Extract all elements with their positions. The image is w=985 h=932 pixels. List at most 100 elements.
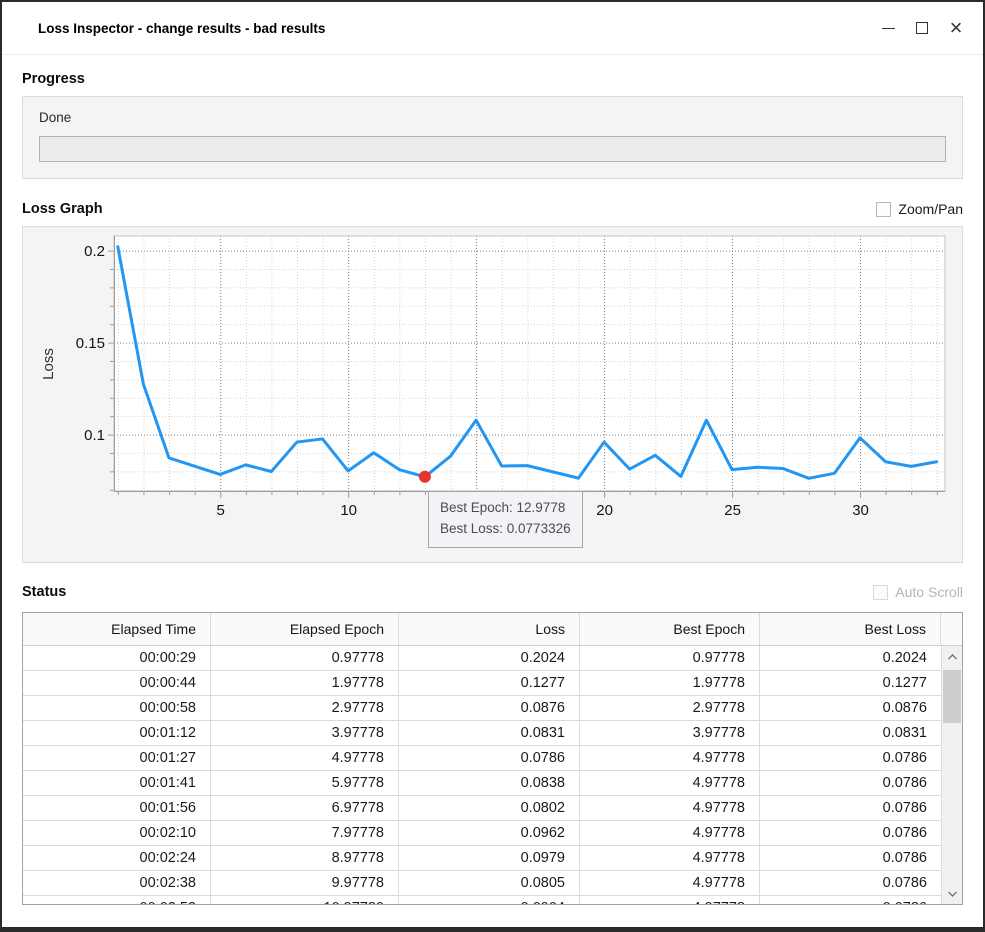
table-cell: 6.97778 [211, 796, 399, 820]
table-cell: 00:01:12 [23, 721, 211, 745]
auto-scroll-checkbox[interactable] [873, 585, 888, 600]
table-cell: 0.0831 [760, 721, 941, 745]
table-row[interactable]: 00:01:123.977780.08313.977780.0831 [23, 721, 941, 746]
table-cell: 1.97778 [211, 671, 399, 695]
svg-text:0.1: 0.1 [84, 427, 105, 444]
column-header-best-epoch: Best Epoch [580, 613, 760, 645]
table-cell: 00:00:29 [23, 646, 211, 670]
table-cell: 00:02:24 [23, 846, 211, 870]
table-cell: 0.0786 [760, 871, 941, 895]
table-cell: 4.97778 [580, 871, 760, 895]
maximize-icon [916, 22, 928, 34]
table-cell: 0.0876 [399, 696, 580, 720]
table-row[interactable]: 00:01:274.977780.07864.977780.0786 [23, 746, 941, 771]
status-heading: Status [22, 584, 66, 600]
table-row[interactable]: 00:00:441.977780.12771.977780.1277 [23, 671, 941, 696]
table-cell: 4.97778 [580, 896, 760, 904]
column-header-elapsed-epoch: Elapsed Epoch [211, 613, 399, 645]
scroll-down-button[interactable] [942, 883, 962, 904]
table-cell: 0.0962 [399, 821, 580, 845]
table-row[interactable]: 00:00:290.977780.20240.977780.2024 [23, 646, 941, 671]
status-table: Elapsed Time Elapsed Epoch Loss Best Epo… [22, 612, 963, 905]
table-cell: 0.0786 [760, 746, 941, 770]
table-cell: 00:02:52 [23, 896, 211, 904]
table-row[interactable]: 00:02:107.977780.09624.977780.0786 [23, 821, 941, 846]
tooltip-best-epoch: Best Epoch: 12.9778 [440, 498, 571, 519]
table-cell: 9.97778 [211, 871, 399, 895]
window-title: Loss Inspector - change results - bad re… [38, 21, 325, 36]
table-cell: 00:00:44 [23, 671, 211, 695]
table-cell: 00:02:10 [23, 821, 211, 845]
table-cell: 8.97778 [211, 846, 399, 870]
table-row[interactable]: 00:02:248.977780.09794.977780.0786 [23, 846, 941, 871]
window-controls: × [871, 11, 973, 45]
table-cell: 0.0831 [399, 721, 580, 745]
table-cell: 0.0979 [399, 846, 580, 870]
table-cell: 4.97778 [211, 746, 399, 770]
table-cell: 2.97778 [211, 696, 399, 720]
table-cell: 0.0876 [760, 696, 941, 720]
table-cell: 10.97780 [211, 896, 399, 904]
table-cell: 0.2024 [399, 646, 580, 670]
table-cell: 3.97778 [580, 721, 760, 745]
minimize-icon [882, 28, 895, 29]
table-cell: 0.0805 [399, 871, 580, 895]
svg-text:30: 30 [852, 502, 869, 519]
app-window: Loss Inspector - change results - bad re… [0, 0, 985, 932]
svg-text:5: 5 [217, 502, 225, 519]
table-row[interactable]: 00:01:566.977780.08024.977780.0786 [23, 796, 941, 821]
svg-text:25: 25 [724, 502, 741, 519]
table-cell: 4.97778 [580, 746, 760, 770]
loss-chart-groupbox: 510152025300.10.150.2LossEpoch Best Epoc… [22, 226, 963, 563]
svg-text:Loss: Loss [40, 348, 57, 380]
table-row[interactable]: 00:01:415.977780.08384.977780.0786 [23, 771, 941, 796]
table-cell: 0.0786 [399, 746, 580, 770]
svg-text:20: 20 [596, 502, 613, 519]
scrollbar-thumb[interactable] [943, 670, 961, 723]
table-cell: 4.97778 [580, 821, 760, 845]
table-cell: 0.1277 [399, 671, 580, 695]
best-point-tooltip: Best Epoch: 12.9778 Best Loss: 0.0773326 [428, 491, 583, 548]
table-cell: 7.97778 [211, 821, 399, 845]
title-bar: Loss Inspector - change results - bad re… [2, 2, 983, 55]
table-row[interactable]: 00:00:582.977780.08762.977780.0876 [23, 696, 941, 721]
table-cell: 00:01:56 [23, 796, 211, 820]
zoom-pan-checkbox[interactable] [876, 202, 891, 217]
table-cell: 0.0802 [399, 796, 580, 820]
status-table-body: 00:00:290.977780.20240.977780.202400:00:… [23, 646, 941, 904]
maximize-button[interactable] [905, 11, 939, 45]
scroll-up-button[interactable] [942, 646, 962, 667]
table-cell: 0.0786 [760, 821, 941, 845]
table-row[interactable]: 00:02:5210.977800.09044.977780.0786 [23, 896, 941, 904]
close-button[interactable]: × [939, 11, 973, 45]
table-cell: 5.97778 [211, 771, 399, 795]
column-header-loss: Loss [399, 613, 580, 645]
table-row[interactable]: 00:02:389.977780.08054.977780.0786 [23, 871, 941, 896]
loss-graph-heading: Loss Graph [22, 201, 103, 217]
table-cell: 4.97778 [580, 796, 760, 820]
svg-text:10: 10 [340, 502, 357, 519]
table-cell: 0.0786 [760, 796, 941, 820]
table-cell: 00:01:27 [23, 746, 211, 770]
progress-heading: Progress [22, 71, 85, 87]
progress-status-label: Done [39, 110, 946, 125]
table-cell: 3.97778 [211, 721, 399, 745]
chevron-down-icon [948, 891, 957, 897]
table-cell: 00:00:58 [23, 696, 211, 720]
column-header-spacer [941, 613, 962, 645]
table-scrollbar[interactable] [941, 646, 962, 904]
table-cell: 1.97778 [580, 671, 760, 695]
column-header-elapsed-time: Elapsed Time [23, 613, 211, 645]
table-cell: 00:02:38 [23, 871, 211, 895]
progress-bar [39, 136, 946, 162]
table-cell: 0.0786 [760, 771, 941, 795]
svg-text:0.15: 0.15 [76, 335, 105, 352]
tooltip-best-loss: Best Loss: 0.0773326 [440, 519, 571, 540]
table-cell: 0.97778 [211, 646, 399, 670]
table-cell: 0.97778 [580, 646, 760, 670]
minimize-button[interactable] [871, 11, 905, 45]
table-cell: 0.0786 [760, 896, 941, 904]
zoom-pan-label: Zoom/Pan [898, 201, 963, 217]
column-header-best-loss: Best Loss [760, 613, 941, 645]
table-cell: 0.2024 [760, 646, 941, 670]
